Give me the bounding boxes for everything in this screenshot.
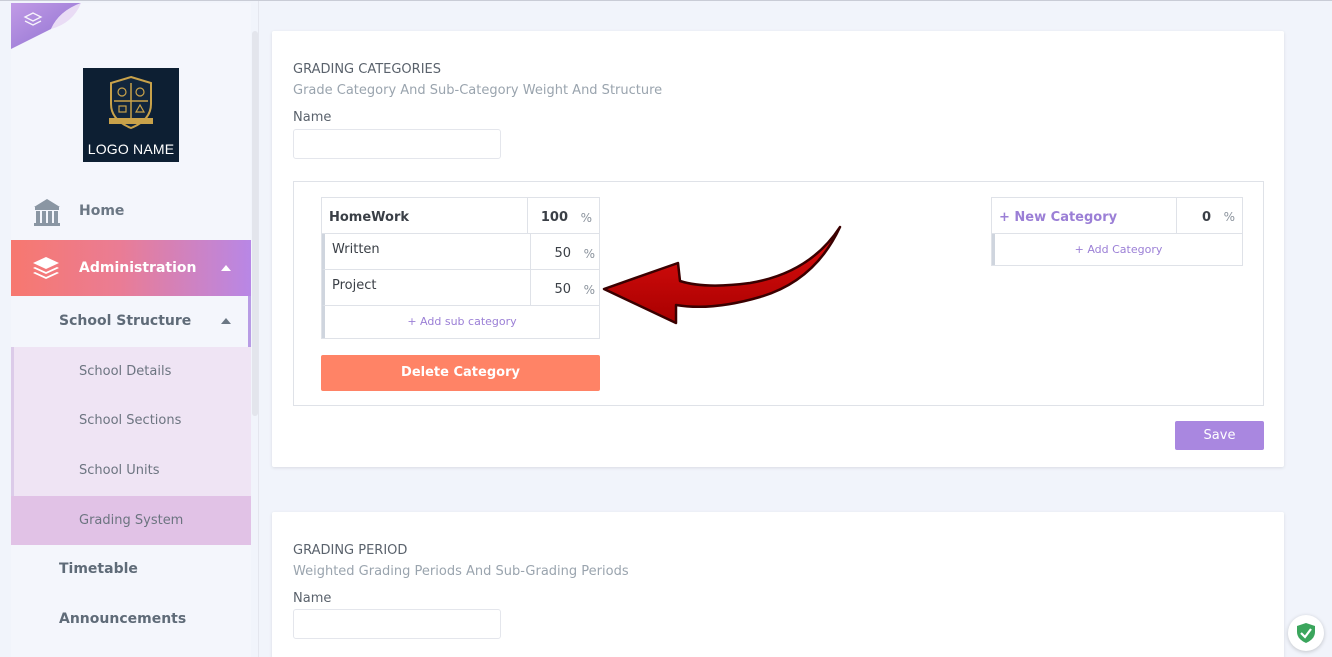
save-button[interactable]: Save bbox=[1175, 421, 1264, 450]
percent-sign: % bbox=[1223, 210, 1235, 224]
subcategory-name[interactable]: Written bbox=[332, 242, 380, 257]
nav-administration[interactable]: Administration bbox=[11, 240, 251, 296]
subcategory-weight-cell[interactable]: 50 % bbox=[530, 270, 603, 305]
percent-sign: % bbox=[583, 283, 595, 297]
nav-timetable[interactable]: Timetable bbox=[11, 545, 251, 594]
sub-item-grading-system[interactable]: Grading System bbox=[11, 496, 251, 545]
new-category-row: + New Category 0 % bbox=[992, 198, 1242, 234]
subcategory-weight-cell[interactable]: 50 % bbox=[530, 234, 603, 269]
sub-item-school-sections[interactable]: School Sections bbox=[79, 413, 181, 428]
sub-item-grading-system-label: Grading System bbox=[79, 513, 184, 528]
card-title: GRADING CATEGORIES bbox=[293, 62, 442, 77]
corner-fold-icon[interactable] bbox=[11, 3, 81, 49]
percent-sign: % bbox=[580, 211, 592, 225]
caret-up-icon bbox=[221, 318, 231, 324]
new-category-weight-cell[interactable]: 0 % bbox=[1176, 198, 1243, 233]
add-sub-category-link[interactable]: + Add sub category bbox=[322, 306, 599, 338]
name-input[interactable] bbox=[293, 609, 501, 639]
subcategory-weight: 50 bbox=[554, 246, 571, 261]
category-weight: 100 bbox=[540, 210, 568, 225]
subcategory-row: Project 50 % bbox=[322, 270, 599, 306]
subcategory-weight: 50 bbox=[554, 282, 571, 297]
shield-check-icon[interactable] bbox=[1288, 615, 1324, 651]
nav-school-structure-label: School Structure bbox=[59, 313, 192, 329]
sub-item-school-units[interactable]: School Units bbox=[79, 463, 160, 478]
new-category-weight: 0 bbox=[1201, 210, 1211, 225]
name-label: Name bbox=[293, 591, 332, 606]
new-category-table: + New Category 0 % + Add Category bbox=[991, 197, 1243, 266]
nav-home[interactable]: Home bbox=[11, 187, 251, 237]
sidebar-divider bbox=[258, 1, 259, 657]
delete-category-button[interactable]: Delete Category bbox=[321, 355, 600, 391]
new-category-link[interactable]: + New Category bbox=[999, 210, 1117, 225]
category-weight-cell[interactable]: 100 % bbox=[527, 198, 600, 233]
curved-arrow bbox=[602, 225, 842, 325]
nav-home-label: Home bbox=[79, 203, 125, 219]
crest-icon bbox=[109, 75, 153, 130]
nav-timetable-label: Timetable bbox=[59, 561, 138, 577]
sub-item-school-details[interactable]: School Details bbox=[79, 364, 171, 379]
layers-icon bbox=[31, 255, 61, 285]
name-input[interactable] bbox=[293, 129, 501, 159]
percent-sign: % bbox=[583, 247, 595, 261]
card-title: GRADING PERIOD bbox=[293, 543, 408, 558]
name-label: Name bbox=[293, 110, 332, 125]
caret-up-icon bbox=[221, 265, 231, 271]
subcategory-name[interactable]: Project bbox=[332, 278, 376, 293]
category-name[interactable]: HomeWork bbox=[329, 210, 409, 225]
nav-announcements[interactable]: Announcements bbox=[11, 595, 251, 644]
category-table: HomeWork 100 % Written 50 % Project 50 % bbox=[321, 197, 600, 339]
home-icon bbox=[32, 197, 62, 231]
logo-text: LOGO NAME bbox=[87, 141, 175, 157]
grading-period-card: GRADING PERIOD Weighted Grading Periods … bbox=[272, 512, 1284, 657]
card-subtitle: Weighted Grading Periods And Sub-Grading… bbox=[293, 564, 629, 579]
subcategory-row: Written 50 % bbox=[322, 234, 599, 270]
nav-school-structure[interactable]: School Structure bbox=[11, 296, 251, 347]
sub-nav: School Details School Sections School Un… bbox=[11, 347, 251, 496]
category-row: HomeWork 100 % bbox=[322, 198, 599, 234]
nav-announcements-label: Announcements bbox=[59, 611, 187, 627]
sidebar-scrollbar[interactable] bbox=[252, 31, 258, 416]
school-logo: LOGO NAME bbox=[83, 68, 179, 162]
nav-administration-label: Administration bbox=[79, 260, 197, 276]
card-subtitle: Grade Category And Sub-Category Weight A… bbox=[293, 83, 663, 98]
add-category-link[interactable]: + Add Category bbox=[992, 234, 1242, 265]
